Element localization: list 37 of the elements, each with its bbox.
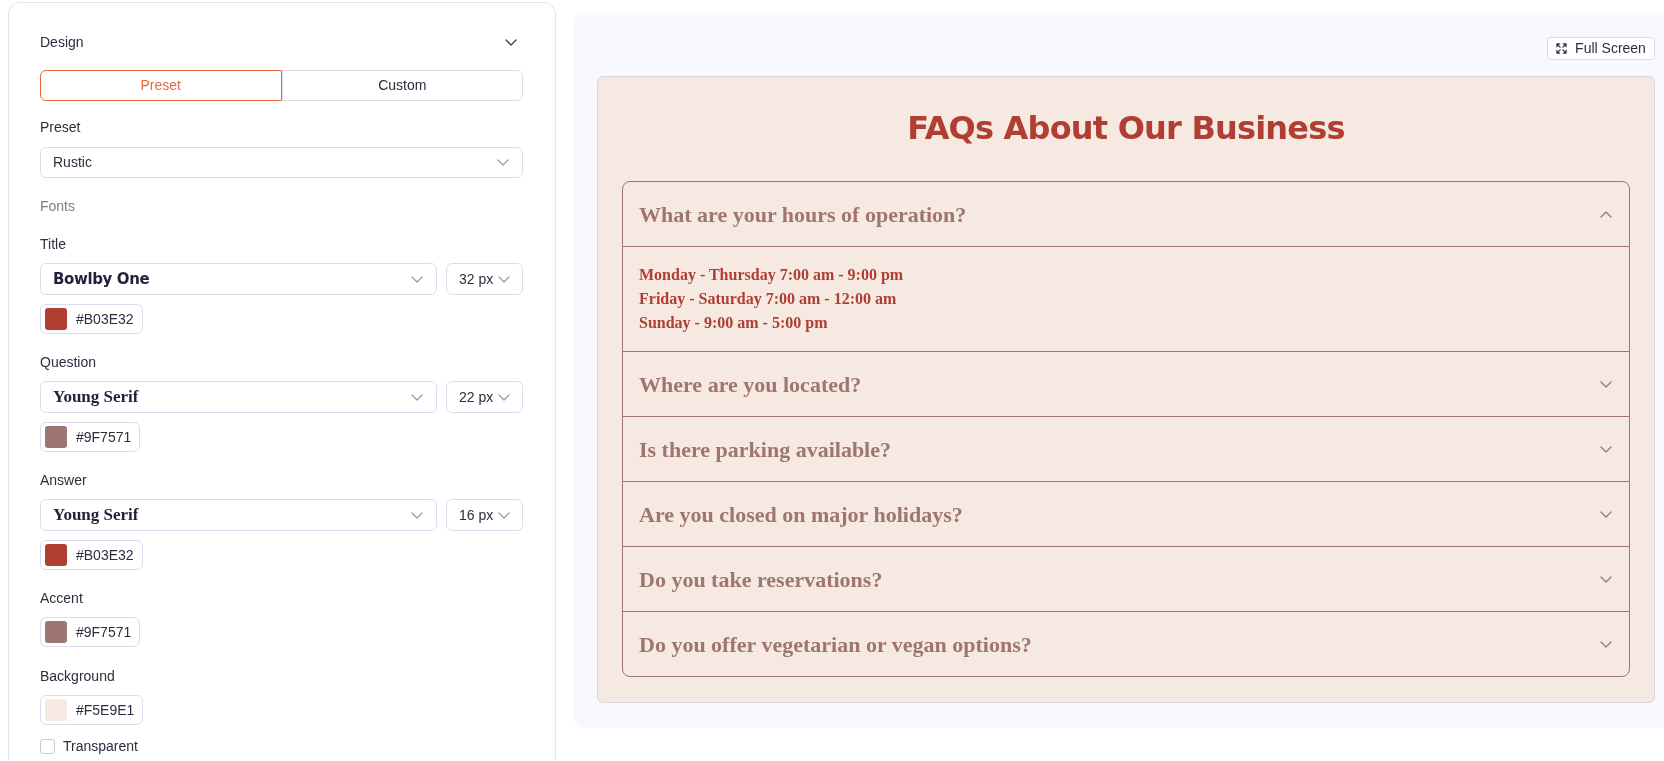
color-picker[interactable]: #9F7571 xyxy=(40,617,141,647)
chevron-down-icon xyxy=(411,275,423,283)
chevron-down-icon xyxy=(497,159,509,166)
field-label: Title xyxy=(40,235,66,253)
field-label: Background xyxy=(40,667,115,685)
checkbox[interactable] xyxy=(40,738,55,754)
color-picker[interactable]: #9F7571 xyxy=(40,422,141,452)
size-dropdown[interactable]: 22 px xyxy=(446,381,523,413)
answer-line: Friday - Saturday 7:00 am - 12:00 am xyxy=(639,289,897,310)
font-dropdown[interactable]: Young Serif xyxy=(40,381,437,413)
chevron-down-icon xyxy=(411,511,423,519)
color-picker[interactable]: #B03E32 xyxy=(40,304,143,334)
faq-title: FAQs About Our Business xyxy=(907,108,1345,148)
expand-icon xyxy=(1556,43,1568,54)
full-screen-button[interactable]: Full Screen xyxy=(1547,37,1655,60)
font-dropdown[interactable]: Bowlby One xyxy=(40,263,437,295)
field-label: Question xyxy=(40,353,97,371)
checkbox-label: Transparent xyxy=(63,736,138,756)
answer-line: Sunday - 9:00 am - 5:00 pm xyxy=(639,313,828,334)
chevron-down-icon xyxy=(498,511,510,519)
answer-line: Monday - Thursday 7:00 am - 9:00 pm xyxy=(639,265,904,286)
chevron-down-icon xyxy=(498,393,510,401)
chevron-down-icon xyxy=(411,393,423,401)
chevron-down-icon xyxy=(498,275,510,283)
size-dropdown[interactable]: 32 px xyxy=(446,263,523,295)
tab[interactable]: Custom xyxy=(281,70,523,101)
color-picker[interactable]: #F5E9E1 xyxy=(40,695,144,725)
color-picker[interactable]: #B03E32 xyxy=(40,540,143,570)
field-label: Preset xyxy=(40,118,81,136)
size-dropdown[interactable]: 16 px xyxy=(446,499,523,531)
field-label: Answer xyxy=(40,471,87,489)
chevron-down-icon xyxy=(505,38,517,46)
section-subheading: Fonts xyxy=(40,197,75,215)
font-dropdown[interactable]: Young Serif xyxy=(40,499,437,531)
section-header[interactable]: Design xyxy=(40,32,523,52)
preset-dropdown[interactable]: Rustic xyxy=(40,147,523,178)
field-label: Accent xyxy=(40,589,83,607)
